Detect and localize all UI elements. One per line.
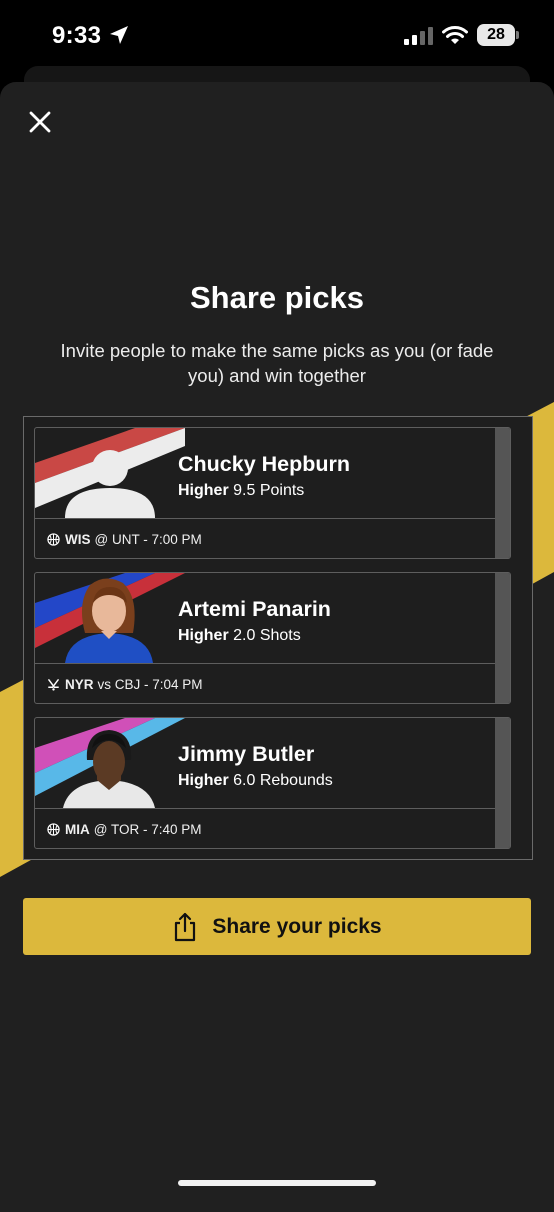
pick-card[interactable]: Artemi Panarin Higher 2.0 Shots NYR vs C… [34,572,511,704]
pick-line: Higher 2.0 Shots [178,627,301,645]
player-name: Jimmy Butler [178,742,315,766]
share-icon [175,912,196,941]
pick-stat: 2.0 Shots [233,627,301,644]
pick-card-header: Chucky Hepburn Higher 9.5 Points [35,428,495,519]
player-photo [35,718,185,808]
basketball-icon [47,533,60,546]
share-picks-sheet: Share picks Invite people to make the sa… [0,82,554,1212]
player-name: Chucky Hepburn [178,452,351,476]
pick-line: Higher 6.0 Rebounds [178,772,333,790]
pick-card-header: Artemi Panarin Higher 2.0 Shots [35,573,495,664]
pick-card-footer: WIS @ UNT - 7:00 PM [35,520,495,558]
pick-direction: Higher [178,627,229,644]
sheet-title: Share picks [189,280,365,315]
game-info: MIA @ TOR - 7:40 PM [47,822,202,837]
sheet-subtitle: Invite people to make the same picks as … [60,340,494,386]
team-code: MIA [65,822,90,837]
card-edge [495,428,510,558]
status-bar: 9:33 28 [0,0,554,70]
share-button-label: Share your picks [212,914,382,938]
pick-direction: Higher [178,482,229,499]
pick-card-footer: MIA @ TOR - 7:40 PM [35,810,495,848]
matchup-time: @ TOR - 7:40 PM [93,822,202,837]
pick-line: Higher 9.5 Points [178,482,304,500]
matchup-time: @ UNT - 7:00 PM [94,532,202,547]
pick-direction: Higher [178,772,229,789]
picks-list: Chucky Hepburn Higher 9.5 Points WIS @ U… [23,416,533,860]
team-code: NYR [65,677,94,692]
pick-card-footer: NYR vs CBJ - 7:04 PM [35,665,495,703]
cellular-signal-icon [404,27,433,45]
close-icon[interactable] [26,108,54,136]
pick-card[interactable]: Chucky Hepburn Higher 9.5 Points WIS @ U… [34,427,511,559]
wifi-icon [442,26,468,44]
pick-card[interactable]: Jimmy Butler Higher 6.0 Rebounds MIA @ T… [34,717,511,849]
matchup-time: vs CBJ - 7:04 PM [97,677,203,692]
game-info: NYR vs CBJ - 7:04 PM [47,677,203,692]
pick-card-header: Jimmy Butler Higher 6.0 Rebounds [35,718,495,809]
pick-stat: 9.5 Points [233,482,305,499]
game-info: WIS @ UNT - 7:00 PM [47,532,202,547]
share-picks-button[interactable]: Share your picks [23,898,531,955]
player-name: Artemi Panarin [178,597,331,621]
player-avatar-placeholder [35,428,185,518]
basketball-icon [47,823,60,836]
team-code: WIS [65,532,91,547]
home-indicator[interactable] [178,1180,376,1186]
player-photo [35,573,185,663]
card-edge [495,573,510,703]
battery-indicator: 28 [477,24,519,46]
status-time: 9:33 [52,22,102,49]
hockey-icon [48,679,59,691]
card-edge [495,718,510,848]
location-arrow-icon [110,26,128,44]
pick-stat: 6.0 Rebounds [233,772,333,789]
